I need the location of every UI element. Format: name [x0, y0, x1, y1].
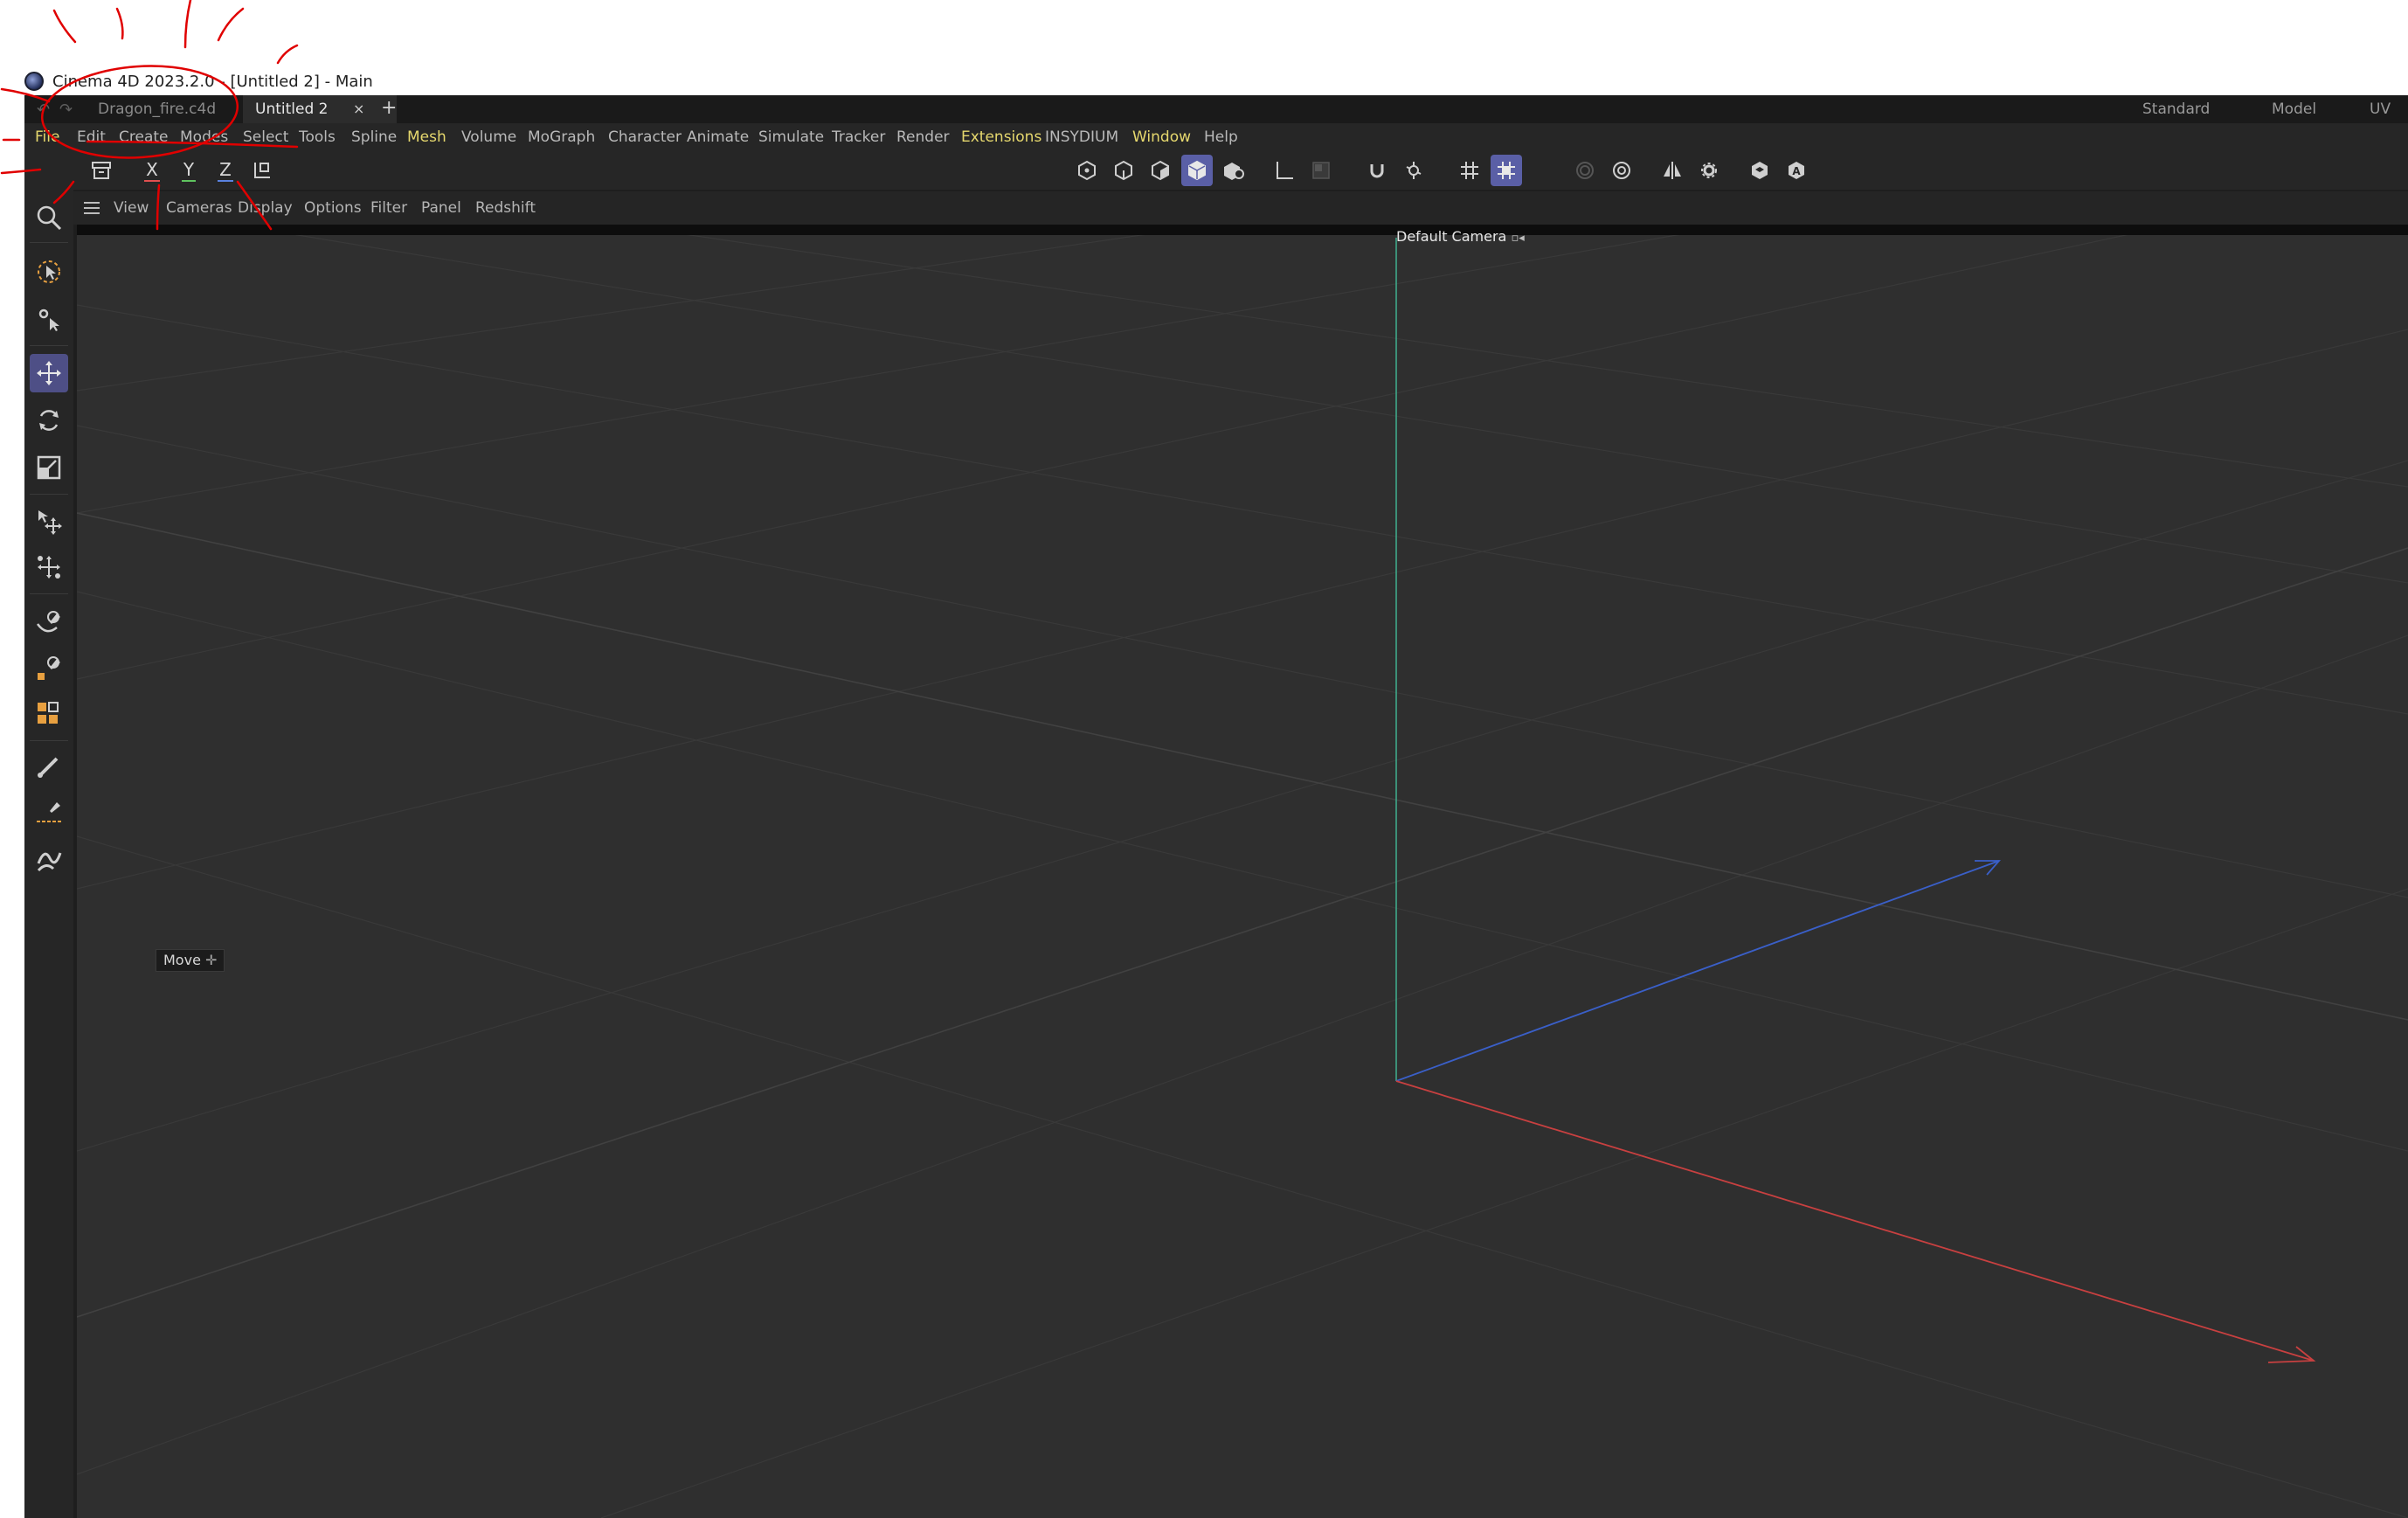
menu-spline[interactable]: Spline: [351, 123, 397, 151]
application-window: ↶ ↷ Dragon_fire.c4d Untitled 2 × + Stand…: [24, 95, 2408, 1518]
main-toolbar: X Y Z A: [24, 151, 2408, 190]
annotation-stroke: [115, 7, 124, 40]
knife-tool-icon[interactable]: [30, 793, 68, 831]
spline-pen-icon[interactable]: [30, 604, 68, 642]
x-axis-label: X: [144, 159, 160, 182]
scale-tool-icon[interactable]: [30, 448, 68, 487]
tool-tooltip: Move ✛: [156, 949, 225, 972]
menu-edit[interactable]: Edit: [77, 123, 106, 151]
viewport-menu-display[interactable]: Display: [238, 191, 293, 225]
layout-model[interactable]: Model: [2272, 95, 2316, 123]
new-tab-button[interactable]: +: [381, 95, 397, 121]
camera-name: Default Camera: [1396, 228, 1507, 245]
edges-mode-icon[interactable]: [1108, 155, 1139, 186]
viewport-menu-redshift[interactable]: Redshift: [475, 191, 536, 225]
tab-untitled-2[interactable]: Untitled 2: [243, 95, 397, 123]
redshift-render-icon[interactable]: [1744, 155, 1775, 186]
move-cross-icon: ✛: [205, 952, 218, 968]
document-tab-bar: ↶ ↷ Dragon_fire.c4d Untitled 2 × + Stand…: [24, 95, 2408, 146]
menu-character[interactable]: Character: [608, 123, 682, 151]
symmetry-settings-gear-icon[interactable]: [1693, 155, 1725, 186]
menu-volume[interactable]: Volume: [461, 123, 516, 151]
search-icon[interactable]: [30, 198, 68, 237]
coordinate-system-icon[interactable]: [246, 155, 278, 186]
live-selection-icon[interactable]: [30, 253, 68, 291]
primitive-cubes-icon[interactable]: [30, 695, 68, 733]
snap-settings-icon[interactable]: [1398, 155, 1429, 186]
viewport-menu-panel[interactable]: Panel: [421, 191, 461, 225]
axis-mode-icon[interactable]: [1269, 155, 1300, 186]
svg-text:A: A: [1792, 165, 1801, 177]
redo-arrow-icon[interactable]: ↷: [59, 101, 73, 119]
camera-icon: ▫◂: [1511, 232, 1525, 245]
y-axis-lock-button[interactable]: Y: [173, 155, 204, 186]
smooth-spline-icon[interactable]: [30, 840, 68, 878]
symmetry-icon[interactable]: [1657, 155, 1688, 186]
camera-label[interactable]: Default Camera ▫◂: [1396, 228, 1525, 245]
menu-mesh[interactable]: Mesh: [407, 123, 446, 151]
z-axis-lock-button[interactable]: Z: [210, 155, 241, 186]
annotation-stroke: [276, 44, 299, 65]
grid-snap-icon[interactable]: [1454, 155, 1485, 186]
model-mode-icon[interactable]: [1181, 155, 1213, 186]
viewport-header-strip: [77, 225, 2408, 235]
menu-tools[interactable]: Tools: [299, 123, 336, 151]
menu-simulate[interactable]: Simulate: [758, 123, 824, 151]
tweak-tool-icon[interactable]: [30, 300, 68, 338]
magnet-snap-icon[interactable]: [1361, 155, 1393, 186]
menu-modes[interactable]: Modes: [180, 123, 228, 151]
layout-standard[interactable]: Standard: [2142, 95, 2210, 123]
viewport-grid: [77, 225, 2408, 1518]
tab-close-icon[interactable]: ×: [353, 95, 364, 123]
cinema4d-logo-icon: [24, 72, 44, 91]
viewport-menu-cameras[interactable]: Cameras: [166, 191, 232, 225]
menu-animate[interactable]: Animate: [687, 123, 749, 151]
object-mode-icon[interactable]: [1218, 155, 1249, 186]
viewport-menu-options[interactable]: Options: [304, 191, 362, 225]
transform-points-icon[interactable]: [30, 548, 68, 586]
move-tool-icon[interactable]: [30, 354, 68, 392]
undo-arrow-icon[interactable]: ↶: [37, 101, 50, 119]
menu-insydium[interactable]: INSYDIUM: [1045, 123, 1118, 151]
archive-icon[interactable]: [86, 155, 117, 186]
menu-help[interactable]: Help: [1204, 123, 1238, 151]
window-titlebar: Cinema 4D 2023.2.0 - [Untitled 2] - Main: [24, 66, 373, 96]
menu-extensions[interactable]: Extensions: [961, 123, 1041, 151]
menu-render[interactable]: Render: [896, 123, 950, 151]
rotate-tool-icon[interactable]: [30, 401, 68, 440]
brush-icon[interactable]: [30, 747, 68, 786]
viewport-3d[interactable]: Default Camera ▫◂ Move ✛: [77, 225, 2408, 1518]
tool-palette: [24, 190, 73, 1518]
move-object-icon[interactable]: [30, 503, 68, 541]
spline-sketch-icon[interactable]: [30, 649, 68, 688]
z-axis-label: Z: [218, 159, 233, 182]
annotation-stroke: [52, 9, 77, 44]
viewport-menu-view[interactable]: View: [114, 191, 149, 225]
soft-selection-icon[interactable]: [1569, 155, 1601, 186]
polygons-mode-icon[interactable]: [1145, 155, 1176, 186]
tooltip-text: Move: [163, 952, 201, 968]
annotation-stroke: [183, 0, 192, 49]
menu-select[interactable]: Select: [243, 123, 288, 151]
annotation-stroke: [217, 7, 245, 42]
main-menu-bar: File Edit Create Modes Select Tools Spli…: [24, 123, 2408, 151]
tab-dragon-fire[interactable]: Dragon_fire.c4d: [86, 95, 228, 123]
menu-window[interactable]: Window: [1132, 123, 1191, 151]
render-settings-gear-icon[interactable]: [1606, 155, 1637, 186]
viewport-menu-filter[interactable]: Filter: [370, 191, 407, 225]
texture-mode-icon[interactable]: [1305, 155, 1337, 186]
y-axis-label: Y: [181, 159, 197, 182]
window-title: Cinema 4D 2023.2.0 - [Untitled 2] - Main: [52, 72, 373, 91]
menu-create[interactable]: Create: [119, 123, 169, 151]
menu-mograph[interactable]: MoGraph: [528, 123, 595, 151]
viewport-menu-bar: View Cameras Display Options Filter Pane…: [73, 191, 2408, 225]
x-axis-lock-button[interactable]: X: [136, 155, 168, 186]
auto-render-icon[interactable]: A: [1781, 155, 1812, 186]
points-mode-icon[interactable]: [1071, 155, 1103, 186]
workplane-snap-icon[interactable]: [1491, 155, 1522, 186]
menu-file[interactable]: File: [35, 123, 59, 151]
menu-tracker[interactable]: Tracker: [832, 123, 885, 151]
